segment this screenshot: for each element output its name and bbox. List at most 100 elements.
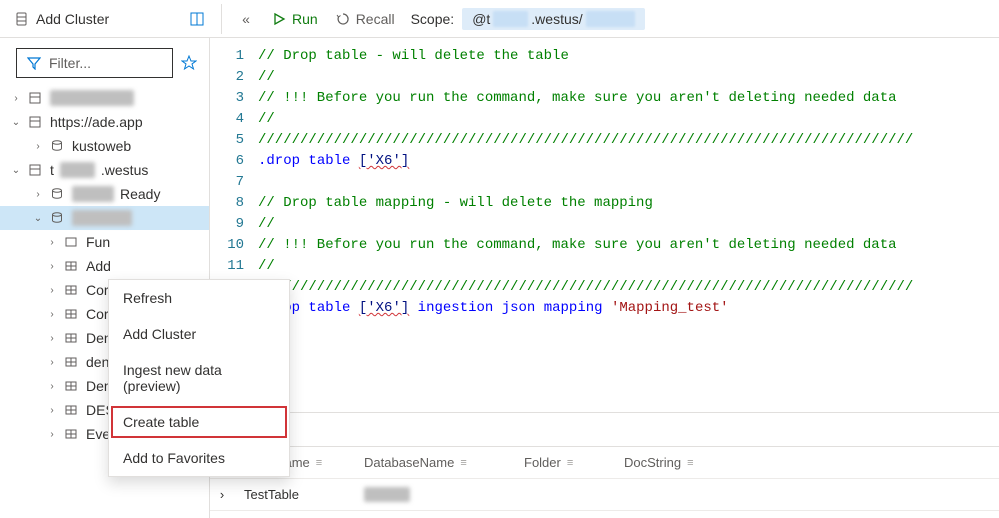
tree-label: Ready — [120, 186, 160, 202]
tree-label-blur: xxxxxxxxxxxx — [50, 90, 134, 106]
tree-item-selected[interactable]: ⌄ xxxxxxxxt — [0, 206, 209, 230]
sidebar: Filter... › xxxxxxxxxxxx ⌄ https://ade.a… — [0, 38, 210, 518]
chevron-down-icon: ⌄ — [32, 213, 44, 224]
chevron-right-icon: › — [32, 189, 44, 200]
scope-pill: @txxxxx.westus/xxxxxxx — [462, 8, 644, 30]
chevron-right-icon: › — [46, 405, 58, 416]
tree-item[interactable]: › kustoweb — [0, 134, 209, 158]
chevron-right-icon: › — [46, 261, 58, 272]
tree-label: Cor — [86, 282, 109, 298]
table-icon — [64, 379, 80, 393]
tree-label-blur: xxxxxxxxt — [72, 210, 132, 226]
cluster-icon — [28, 115, 44, 129]
cluster-icon — [28, 163, 44, 177]
expand-row[interactable]: › — [210, 487, 234, 502]
tree-item[interactable]: ⌄ txxxxx .westus — [0, 158, 209, 182]
cell-databasename: xxxxxxx — [354, 487, 514, 502]
scope-prefix: @t — [472, 11, 490, 27]
panel-toggle-button[interactable] — [183, 5, 211, 33]
chevron-right-icon: › — [46, 237, 58, 248]
col-docstring[interactable]: DocString ≡ — [614, 455, 754, 470]
database-icon — [50, 187, 66, 201]
run-button[interactable]: Run — [266, 7, 324, 31]
tree-label: Cor — [86, 306, 109, 322]
topbar-left: Add Cluster — [8, 5, 211, 33]
filter-placeholder: Filter... — [49, 55, 91, 71]
chevron-right-icon: › — [46, 285, 58, 296]
chevron-right-icon: › — [10, 93, 22, 104]
tree-label: t — [50, 162, 54, 178]
cluster-icon — [14, 11, 30, 27]
tree-item[interactable]: › xxxxxx Ready — [0, 182, 209, 206]
tree-label: kustoweb — [72, 138, 131, 154]
tree-label: .westus — [101, 162, 148, 178]
col-folder[interactable]: Folder ≡ — [514, 455, 614, 470]
col-label: DocString — [624, 455, 681, 470]
tree-label-blur: xxxxx — [60, 162, 95, 178]
scope-label: Scope: — [411, 11, 455, 27]
editor-pane: 12345678910111213 // Drop table - will d… — [210, 38, 999, 518]
tree-label: Fun — [86, 234, 110, 250]
menu-icon: ≡ — [567, 457, 573, 469]
table-icon — [64, 307, 80, 321]
add-cluster-button[interactable]: Add Cluster — [8, 7, 115, 31]
run-label: Run — [292, 11, 318, 27]
recall-label: Recall — [356, 11, 395, 27]
context-menu: Refresh Add Cluster Ingest new data (pre… — [108, 279, 290, 477]
context-menu-refresh[interactable]: Refresh — [109, 280, 289, 316]
menu-icon: ≡ — [687, 457, 693, 469]
results-tabs: Table 1 — [210, 413, 999, 447]
filter-icon — [27, 56, 41, 70]
recall-button[interactable]: Recall — [330, 7, 401, 31]
filter-input[interactable]: Filter... — [16, 48, 173, 78]
tree-label: https://ade.app — [50, 114, 143, 130]
topbar: Add Cluster « Run Recall Scope: @txxxxx.… — [0, 0, 999, 38]
scope-blur: xxxxx — [493, 11, 528, 27]
menu-icon: ≡ — [460, 457, 466, 469]
collapse-button[interactable]: « — [232, 5, 260, 33]
col-label: Folder — [524, 455, 561, 470]
recall-icon — [336, 12, 350, 26]
database-icon — [50, 139, 66, 153]
favorites-button[interactable] — [181, 55, 197, 71]
function-icon — [64, 235, 80, 249]
tree-item[interactable]: › Add — [0, 254, 209, 278]
menu-icon: ≡ — [316, 457, 322, 469]
chevron-right-icon: › — [46, 309, 58, 320]
grid-row[interactable]: › TestTable xxxxxxx — [210, 479, 999, 511]
grid-header: TableName≡ DatabaseName≡ Folder≡ DocStri… — [210, 447, 999, 479]
context-menu-add-cluster[interactable]: Add Cluster — [109, 316, 289, 352]
filter-row: Filter... — [0, 38, 209, 86]
context-menu-add-favorites[interactable]: Add to Favorites — [109, 440, 289, 476]
table-icon — [64, 427, 80, 441]
scope-mid: .westus/ — [531, 11, 582, 27]
chevron-right-icon: › — [46, 333, 58, 344]
chevron-right-icon: › — [32, 141, 44, 152]
table-icon — [64, 283, 80, 297]
col-databasename[interactable]: DatabaseName≡ — [354, 455, 514, 470]
database-icon — [50, 211, 66, 225]
scope-blur: xxxxxxx — [586, 11, 635, 27]
table-icon — [64, 259, 80, 273]
table-icon — [64, 355, 80, 369]
chevron-right-icon: › — [46, 381, 58, 392]
scope-selector[interactable]: Scope: @txxxxx.westus/xxxxxxx — [411, 8, 645, 30]
tree-label: Add — [86, 258, 111, 274]
tree-item[interactable]: ⌄ https://ade.app — [0, 110, 209, 134]
tree-item[interactable]: › xxxxxxxxxxxx — [0, 86, 209, 110]
table-icon — [64, 331, 80, 345]
chevron-down-icon: ⌄ — [10, 117, 22, 128]
table-icon — [64, 403, 80, 417]
context-menu-create-table[interactable]: Create table — [109, 404, 289, 440]
tree-label-blur: xxxxxx — [72, 186, 114, 202]
context-menu-ingest[interactable]: Ingest new data (preview) — [109, 352, 289, 404]
tree-item[interactable]: › Fun — [0, 230, 209, 254]
code-editor[interactable]: 12345678910111213 // Drop table - will d… — [210, 38, 999, 412]
cell-blur: xxxxxxx — [364, 487, 410, 502]
chevron-right-icon: › — [46, 357, 58, 368]
results-panel: Table 1 TableName≡ DatabaseName≡ Folder≡… — [210, 412, 999, 518]
results-grid: TableName≡ DatabaseName≡ Folder≡ DocStri… — [210, 447, 999, 518]
tree-label: den — [86, 354, 109, 370]
play-icon — [272, 12, 286, 26]
chevron-down-icon: ⌄ — [10, 165, 22, 176]
